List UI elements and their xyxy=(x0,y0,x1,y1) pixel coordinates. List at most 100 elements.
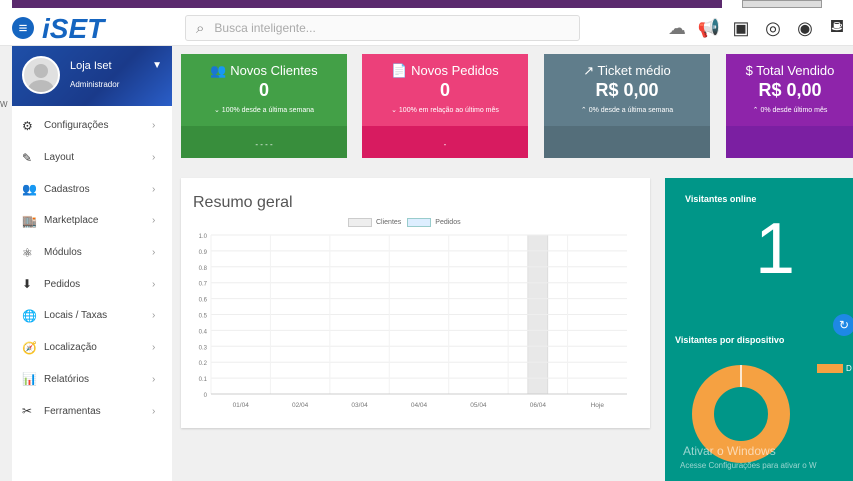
trend-icon: ⌃ xyxy=(752,107,759,114)
stat-card-icon: 👥 xyxy=(210,63,231,78)
x-tick-label: 02/04 xyxy=(292,402,309,409)
chevron-right-icon: › xyxy=(152,278,156,290)
thumbnail xyxy=(742,0,822,8)
sidebar-item-8[interactable]: 📊 Relatórios › xyxy=(12,364,172,396)
profile-role: Administrador xyxy=(70,80,120,89)
users-icon: 👥 xyxy=(22,182,37,197)
stat-card-icon: 📄 xyxy=(391,63,412,78)
tools-icon: ✂ xyxy=(22,404,33,419)
chevron-right-icon: › xyxy=(152,247,156,259)
device-donut-chart xyxy=(692,365,790,463)
summary-chart: 1.0 0.9 0.8 0.7 0.6 0.5 0.4 0.3 0.2 0.1 0 01/04 02/0… xyxy=(199,234,627,409)
sidebar-item-4[interactable]: ⚛ Módulos › xyxy=(12,237,172,269)
y-tick-label: 0.3 xyxy=(199,345,208,351)
x-tick-label: 03/04 xyxy=(351,402,368,409)
sidebar-item-label: Locais / Taxas xyxy=(44,310,108,322)
logo[interactable]: ≡ iSET xyxy=(12,13,182,43)
sidebar-item-1[interactable]: ✎ Layout › xyxy=(12,142,172,174)
stat-card-subtitle: ⌃ 0% desde a última semana xyxy=(580,107,674,114)
sidebar-item-5[interactable]: ⬇ Pedidos › xyxy=(12,268,172,300)
stat-card-title: ↗ Ticket médio xyxy=(583,63,671,78)
stat-card-subtitle: ⌃ 0% desde último mês xyxy=(752,107,828,114)
search-input[interactable]: Busca inteligente... xyxy=(214,21,315,35)
search-bar[interactable]: ⌕ Busca inteligente... xyxy=(185,15,580,41)
sidebar-item-label: Localização xyxy=(44,342,97,354)
sidebar-item-3[interactable]: 🏬 Marketplace › xyxy=(12,205,172,237)
sidebar-item-label: Marketplace xyxy=(44,215,99,227)
menu-toggle-icon[interactable]: ≡ xyxy=(12,17,34,39)
stat-card-0[interactable]: 👥 Novos Clientes 0 ⌄ 100% desde a última s… xyxy=(181,54,347,158)
search-icon: ⌕ xyxy=(196,19,205,37)
device-legend: D xyxy=(817,364,852,373)
visitors-device-label: Visitantes por dispositivo xyxy=(675,335,785,345)
avatar xyxy=(22,56,60,94)
megaphone-icon[interactable]: 📢 xyxy=(693,18,725,39)
profile-name: Loja Iset xyxy=(70,60,112,72)
y-tick-label: 0.6 xyxy=(199,298,208,304)
y-tick-label: 0.1 xyxy=(199,377,208,383)
chevron-right-icon: › xyxy=(152,215,156,227)
x-tick-label: 01/04 xyxy=(233,402,250,409)
trend-icon: ⌄ xyxy=(391,107,397,114)
y-tick-label: 0.4 xyxy=(199,329,208,335)
compass-icon: 🧭 xyxy=(22,340,37,355)
summary-panel: Resumo geral Clientes Pedidos 1.0 0.9 0.8 0… xyxy=(181,178,650,428)
globe-icon: 🌐 xyxy=(22,308,37,323)
x-tick-label: 04/04 xyxy=(411,402,428,409)
stat-card-footer xyxy=(544,126,710,158)
stat-card-1[interactable]: 📄 Novos Pedidos 0 ⌄ 100% em relação ao últ… xyxy=(362,54,528,158)
edge-fragment: W xyxy=(0,100,8,109)
sidebar-item-label: Cadastros xyxy=(44,183,90,195)
window-icon[interactable]: ▣ xyxy=(725,18,757,39)
chevron-right-icon: › xyxy=(152,120,156,132)
y-tick-label: 0.9 xyxy=(199,250,208,256)
sidebar-item-label: Relatórios xyxy=(44,373,90,385)
svg-text:iSET: iSET xyxy=(42,14,107,42)
brush-icon: ✎ xyxy=(22,150,33,165)
x-tick-label: 06/04 xyxy=(530,402,547,409)
sidebar: Loja Iset Administrador ▼ ⚙ Configurações… xyxy=(12,46,172,481)
y-tick-label: 0.7 xyxy=(199,282,208,288)
sidebar-item-2[interactable]: 👥 Cadastros › xyxy=(12,173,172,205)
device-legend-label: D xyxy=(846,364,852,373)
stat-card-title: 👥 Novos Clientes xyxy=(210,63,318,78)
sidebar-menu: ⚙ Configurações › ✎ Layout › 👥 Cadastros › 🏬 Marke… xyxy=(12,106,172,427)
stat-card-title: 📄 Novos Pedidos xyxy=(391,63,499,78)
chevron-right-icon: › xyxy=(152,152,156,164)
y-tick-label: 0.8 xyxy=(199,266,208,272)
stat-card-3[interactable]: $ Total Vendido R$ 0,00 ⌃ 0% desde último … xyxy=(726,54,853,158)
sidebar-item-label: Módulos xyxy=(44,247,82,259)
support-icon[interactable]: ◎ xyxy=(757,18,789,39)
y-tick-label: 0.2 xyxy=(199,361,208,367)
background-banner xyxy=(12,0,722,8)
refresh-button[interactable]: ↻ xyxy=(833,314,853,336)
eye-icon[interactable]: ◉ xyxy=(789,18,821,39)
y-tick-label: 0.5 xyxy=(199,314,208,320)
device-legend-swatch xyxy=(817,364,843,373)
stat-card-footer: - - - - xyxy=(181,126,347,158)
stat-card-2[interactable]: ↗ Ticket médio R$ 0,00 ⌃ 0% desde a última… xyxy=(544,54,710,158)
sidebar-item-7[interactable]: 🧭 Localização › xyxy=(12,332,172,364)
cart-icon[interactable]: ⛾ xyxy=(821,16,853,40)
cloud-icon[interactable]: ☁ xyxy=(661,18,693,39)
chevron-right-icon: › xyxy=(152,405,156,417)
iset-logo: iSET xyxy=(42,14,107,42)
caret-down-icon[interactable]: ▼ xyxy=(152,60,162,71)
donut-ring xyxy=(692,365,790,463)
windows-activation-text: Acesse Configurações para ativar o W xyxy=(680,461,817,470)
y-tick-label: 0 xyxy=(204,393,208,399)
sidebar-item-6[interactable]: 🌐 Locais / Taxas › xyxy=(12,300,172,332)
trend-icon: ⌄ xyxy=(213,107,220,114)
chart-icon: 📊 xyxy=(22,372,37,387)
profile-panel[interactable]: Loja Iset Administrador ▼ xyxy=(12,46,172,106)
sidebar-item-9[interactable]: ✂ Ferramentas › xyxy=(12,395,172,427)
sidebar-item-label: Pedidos xyxy=(44,278,81,290)
stat-card-value: 0 xyxy=(439,80,450,100)
sidebar-item-0[interactable]: ⚙ Configurações › xyxy=(12,110,172,142)
x-tick-label: 05/04 xyxy=(470,402,487,409)
top-header: ≡ iSET ⌕ Busca inteligente... ☁ 📢 ▣ ◎ ◉ … xyxy=(0,10,853,46)
chevron-right-icon: › xyxy=(152,373,156,385)
trend-icon: ⌃ xyxy=(580,107,587,114)
x-tick-label: Hoje xyxy=(591,402,605,409)
stat-card-footer: - xyxy=(362,126,528,158)
